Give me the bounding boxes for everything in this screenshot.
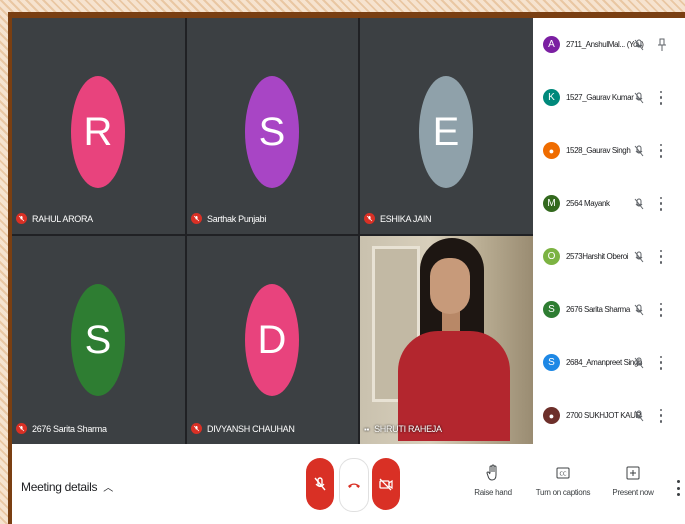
participant-tile[interactable]: S 2676 Sarita Sharma	[12, 236, 185, 444]
participant-tile[interactable]: D DIVYANSH CHAUHAN	[187, 236, 358, 444]
participant-name: 2684_Amanpreet Singh	[566, 358, 643, 367]
mic-off-icon	[634, 198, 644, 209]
raise-hand-label: Raise hand	[474, 488, 512, 497]
more-icon[interactable]	[659, 249, 663, 264]
captions-icon: CC	[528, 462, 598, 484]
more-icon[interactable]	[659, 90, 663, 105]
bottom-toolbar: Meeting details ︿ Raise hand CC Turn on …	[12, 444, 685, 524]
camera-off-icon	[379, 478, 393, 491]
participant-name: ESHIKA JAIN	[364, 213, 432, 224]
present-label: Present now	[612, 488, 654, 497]
mic-off-icon	[314, 477, 326, 491]
meeting-details-button[interactable]: Meeting details ︿	[21, 479, 113, 495]
more-icon[interactable]	[659, 143, 663, 158]
more-icon[interactable]	[659, 196, 663, 211]
participant-row[interactable]: A 2711_AnshulMal... (You)	[533, 18, 685, 71]
mic-off-icon	[634, 92, 644, 103]
mic-off-icon	[634, 357, 644, 368]
participant-name: 2676 Sarita Sharma	[566, 305, 630, 314]
participant-row[interactable]: O 2573Harshit Oberoi	[533, 230, 685, 283]
present-now-button[interactable]: Present now	[598, 462, 668, 497]
participant-tile[interactable]: S Sarthak Punjabi	[187, 18, 358, 234]
participant-row[interactable]: K 1527_Gaurav Kumar	[533, 71, 685, 124]
captions-label: Turn on captions	[535, 488, 591, 497]
mic-off-icon	[16, 213, 27, 224]
participant-name: Sarthak Punjabi	[191, 213, 266, 224]
participant-tile[interactable]: E ESHIKA JAIN	[360, 18, 533, 234]
chevron-up-icon: ︿	[103, 483, 113, 494]
present-icon	[598, 462, 668, 484]
person-icon: ●	[548, 145, 555, 156]
participant-name: 2676 Sarita Sharma	[16, 423, 107, 434]
more-icon[interactable]	[659, 302, 663, 317]
avatar: ●	[543, 407, 560, 424]
meet-window: R RAHUL ARORA S Sarthak Punjabi E ESHIKA…	[12, 18, 685, 524]
person-face	[430, 258, 470, 314]
mic-off-icon	[191, 423, 202, 434]
avatar: S	[245, 76, 299, 188]
participant-name: ▪▪ SHRUTI RAHEJA	[364, 424, 442, 434]
participant-name: DIVYANSH CHAUHAN	[191, 423, 295, 434]
avatar: A	[543, 36, 560, 53]
mic-off-icon	[364, 213, 375, 224]
mic-off-icon	[634, 410, 644, 421]
participant-name: 2700 SUKHJOT KAUR	[566, 411, 641, 420]
end-call-button[interactable]	[339, 458, 369, 512]
avatar: O	[543, 248, 560, 265]
captions-button[interactable]: CC Turn on captions	[528, 462, 598, 497]
mic-toggle-button[interactable]	[306, 458, 334, 510]
participant-name: 2564 Mayank	[566, 199, 610, 208]
raise-hand-button[interactable]: Raise hand	[458, 462, 528, 497]
participant-row[interactable]: ● 1528_Gaurav Singh	[533, 124, 685, 177]
participant-row[interactable]: S 2684_Amanpreet Singh	[533, 336, 685, 389]
meeting-details-label: Meeting details	[21, 479, 98, 494]
participant-name: 1528_Gaurav Singh	[566, 146, 631, 155]
avatar: ●	[543, 142, 560, 159]
audio-wave-icon: ▪▪	[364, 424, 370, 434]
mic-off-icon	[634, 304, 644, 315]
avatar: S	[543, 301, 560, 318]
avatar: M	[543, 195, 560, 212]
svg-text:CC: CC	[560, 472, 567, 478]
participant-name: 1527_Gaurav Kumar	[566, 93, 634, 102]
participant-tile[interactable]: R RAHUL ARORA	[12, 18, 185, 234]
avatar: S	[543, 354, 560, 371]
participants-panel: A 2711_AnshulMal... (You) K 1527_Gaurav …	[533, 18, 685, 444]
hand-icon	[458, 462, 528, 484]
more-icon[interactable]	[659, 408, 663, 423]
participant-row[interactable]: ● 2700 SUKHJOT KAUR	[533, 389, 685, 442]
camera-toggle-button[interactable]	[372, 458, 400, 510]
mic-off-icon	[634, 251, 644, 262]
mic-off-icon	[191, 213, 202, 224]
end-call-icon	[348, 483, 360, 488]
participant-row[interactable]: M 2564 Mayank	[533, 177, 685, 230]
person-icon: ●	[548, 410, 555, 421]
avatar: D	[245, 284, 299, 396]
mic-off-icon	[16, 423, 27, 434]
pin-icon[interactable]	[657, 38, 667, 52]
more-options-icon[interactable]	[677, 480, 681, 496]
avatar: E	[419, 76, 473, 188]
participant-name: 2573Harshit Oberoi	[566, 252, 629, 261]
mic-off-icon	[634, 39, 644, 50]
participant-row[interactable]: S 2676 Sarita Sharma	[533, 283, 685, 336]
video-grid: R RAHUL ARORA S Sarthak Punjabi E ESHIKA…	[12, 18, 533, 444]
avatar: K	[543, 89, 560, 106]
avatar: S	[71, 284, 125, 396]
mic-off-icon	[634, 145, 644, 156]
participant-name: RAHUL ARORA	[16, 213, 93, 224]
participant-video-tile[interactable]: ▪▪ SHRUTI RAHEJA	[360, 236, 533, 444]
participant-name: 2711_AnshulMal... (You)	[566, 40, 644, 49]
avatar: R	[71, 76, 125, 188]
more-icon[interactable]	[659, 355, 663, 370]
